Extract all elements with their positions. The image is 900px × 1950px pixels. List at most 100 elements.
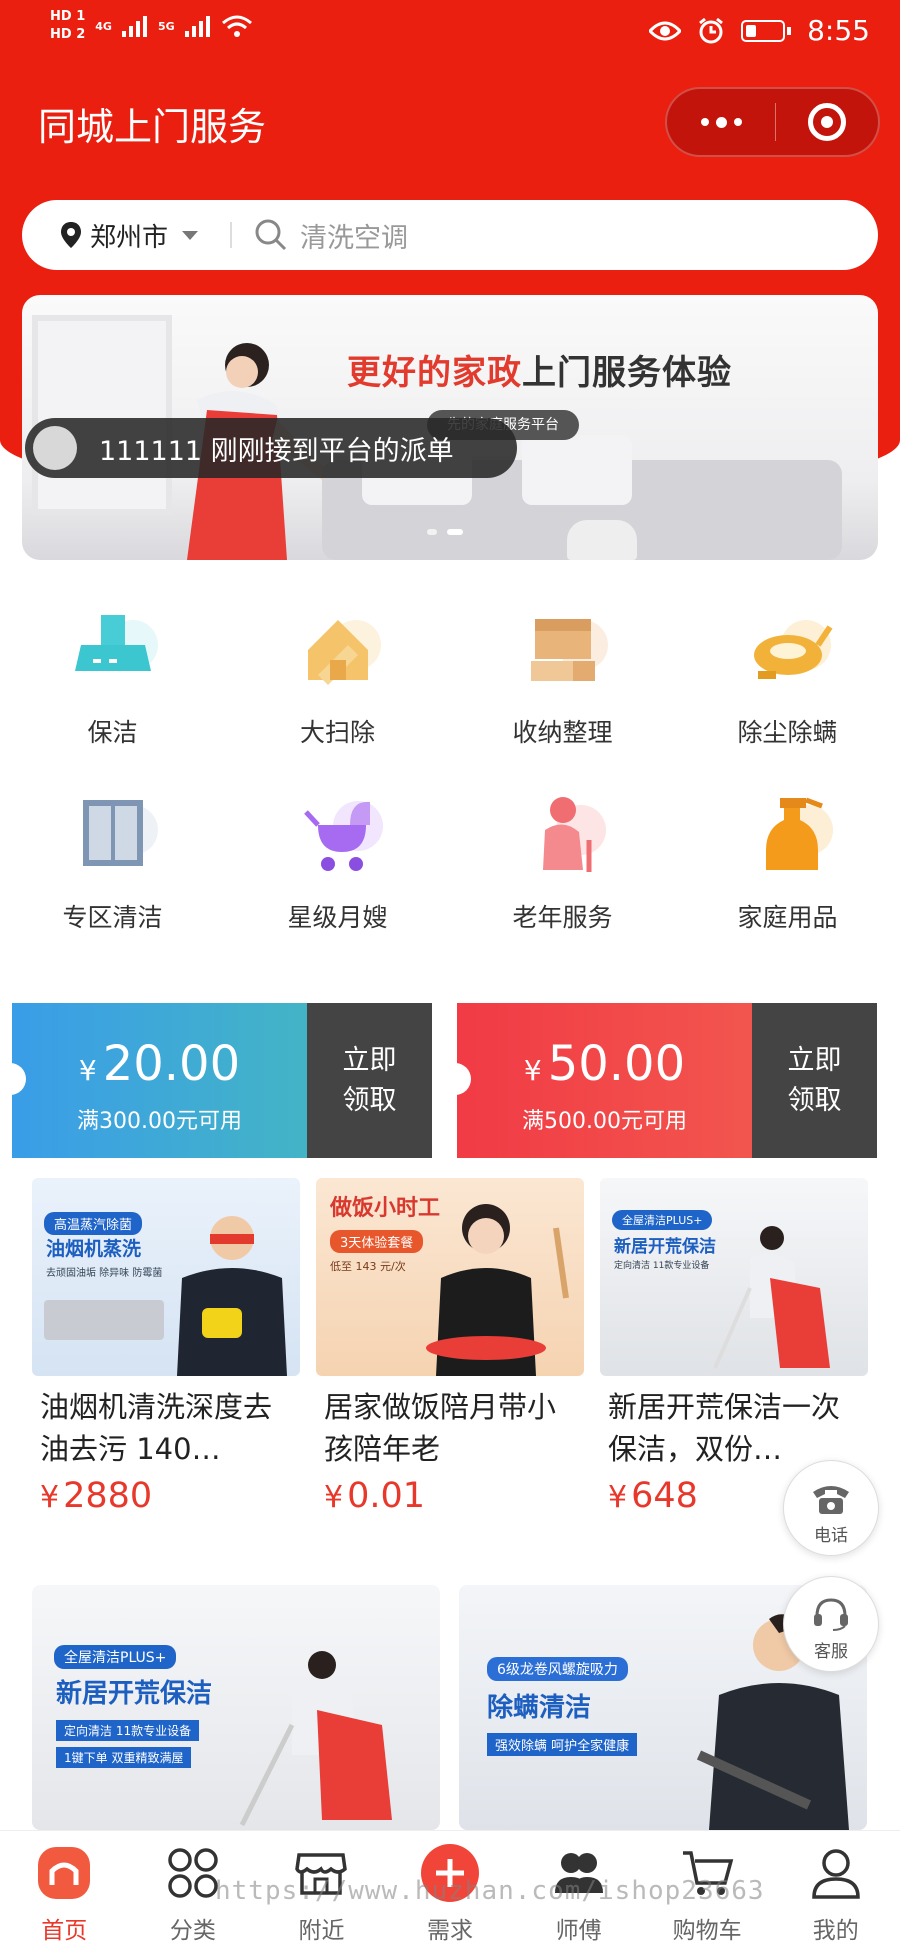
range-hood-icon [74, 615, 158, 671]
feature-tag: 6级龙卷风螺旋吸力 [487, 1657, 628, 1681]
coupon-currency: ¥ [523, 1054, 542, 1087]
coupon-condition: 满500.00元可用 [522, 1109, 687, 1134]
search-input[interactable]: 清洗空调 [300, 216, 408, 255]
price-currency: ¥ [608, 1480, 628, 1515]
network-5g: 5G [157, 19, 175, 33]
price-currency: ¥ [324, 1480, 344, 1515]
flower-vase-graphic [567, 520, 637, 560]
product-image-caption: 定向清洁 11款专业设备 [614, 1261, 710, 1271]
battery-tip [787, 26, 792, 35]
coupon-condition: 满300.00元可用 [77, 1109, 242, 1134]
tab-label: 师傅 [555, 1918, 602, 1944]
category-label: 专区清洁 [62, 903, 163, 932]
claim-line1: 立即 [787, 1044, 842, 1076]
wifi-icon [221, 15, 252, 37]
product-image-title: 油烟机蒸洗 [46, 1238, 142, 1260]
claim-coupon-button[interactable]: 立即 领取 [752, 1003, 877, 1158]
chevron-down-icon [182, 230, 199, 240]
carousel-dot[interactable] [427, 529, 437, 535]
telephone-icon [813, 1486, 849, 1514]
page-title: 同城上门服务 [38, 105, 267, 149]
category-item[interactable]: 大扫除 [225, 605, 450, 749]
banner-headline-dark: 上门服务体验 [522, 353, 732, 393]
phone-label: 电话 [814, 1526, 848, 1546]
product-card[interactable]: 高温蒸汽除菌 油烟机蒸洗 去顽固油垢 除异味 防霉菌 油烟机清洗深度去油去污 1… [32, 1178, 300, 1516]
claim-coupon-button[interactable]: 立即 领取 [307, 1003, 432, 1158]
product-price: ¥2880 [32, 1476, 300, 1516]
clock: 8:55 [807, 14, 870, 47]
tab-label: 首页 [41, 1918, 88, 1944]
price-currency: ¥ [40, 1480, 60, 1515]
category-item[interactable]: 收纳整理 [450, 605, 675, 749]
sim-indicators: HD 1 HD 2 [50, 10, 85, 42]
watermark-text: https://www.huzhan.com/ishop23663 [215, 1876, 765, 1906]
profile-icon [811, 1849, 860, 1899]
coupon-amount: ¥20.00 [12, 1038, 307, 1097]
window-icon [82, 800, 158, 866]
category-label: 大扫除 [299, 718, 375, 747]
tab-profile[interactable]: 我的 [771, 1831, 900, 1950]
feature-line1: 强效除螨 呵护全家健康 [487, 1733, 638, 1756]
technician-illustration [177, 1216, 287, 1376]
notification-text: 111111 刚刚接到平台的派单 [99, 435, 454, 467]
house-broom-icon [307, 620, 381, 685]
product-image: 做饭小时工 3天体验套餐 低至 143 元/次 [316, 1178, 584, 1376]
carousel-dot-active[interactable] [447, 529, 463, 535]
feature-title: 除螨清洁 [487, 1693, 592, 1723]
product-name: 居家做饭陪月带小孩陪年老 [324, 1390, 557, 1466]
product-price: ¥0.01 [316, 1476, 584, 1516]
product-name: 新居开荒保洁一次保洁，双份… [608, 1390, 841, 1466]
close-miniprogram-button[interactable] [776, 103, 878, 141]
miniprogram-capsule [665, 87, 880, 157]
coupon-card: ¥20.00 满300.00元可用 立即领取 [12, 1003, 432, 1158]
category-item[interactable]: 专区清洁 [0, 790, 225, 934]
category-label: 家庭用品 [737, 903, 838, 932]
category-label: 老年服务 [512, 903, 613, 932]
elderly-icon [542, 797, 606, 872]
product-image-tag: 高温蒸汽除菌 [44, 1212, 143, 1235]
category-item[interactable]: 老年服务 [450, 790, 675, 934]
category-label: 除尘除螨 [737, 718, 838, 747]
status-bar: HD 1 HD 2 4G 5G 8:55 [0, 0, 900, 68]
search-divider [230, 222, 233, 248]
coupon-currency: ¥ [78, 1054, 97, 1087]
target-dot [821, 116, 833, 128]
signal-icon [184, 16, 210, 37]
product-name: 油烟机清洗深度去油去污 140… [40, 1390, 273, 1466]
category-label: 收纳整理 [512, 718, 613, 747]
customer-service-button[interactable]: 客服 [783, 1576, 879, 1672]
target-icon [808, 103, 846, 141]
category-label: 保洁 [87, 718, 138, 747]
price-value: 2880 [63, 1476, 153, 1516]
claim-line2: 领取 [342, 1084, 397, 1116]
tab-home[interactable]: 首页 [0, 1831, 129, 1950]
coupon-value-area: ¥50.00 满500.00元可用 [457, 1003, 752, 1158]
feature-card[interactable]: 全屋清洁PLUS+ 新居开荒保洁 定向清洁 11款专业设备 1键下单 双重精致满… [32, 1585, 440, 1830]
feature-title: 新居开荒保洁 [56, 1679, 213, 1709]
city-label: 郑州市 [90, 222, 169, 253]
tab-label: 需求 [427, 1918, 474, 1944]
city-selector[interactable]: 郑州市 [22, 217, 199, 254]
category-label: 星级月嫂 [287, 903, 388, 932]
category-item[interactable]: 保洁 [0, 605, 225, 749]
avatar [33, 426, 77, 470]
category-item[interactable]: 除尘除螨 [675, 605, 900, 749]
banner-headline: 更好的家政上门服务体验 [347, 345, 732, 394]
category-item[interactable]: 星级月嫂 [225, 790, 450, 934]
product-image-caption: 去顽固油垢 除异味 防霉菌 [46, 1268, 163, 1279]
phone-button[interactable]: 电话 [783, 1460, 879, 1556]
product-image: 全屋清洁PLUS+ 新居开荒保洁 定向清洁 11款专业设备 [600, 1178, 868, 1376]
feature-tag: 全屋清洁PLUS+ [54, 1645, 177, 1669]
product-card[interactable]: 做饭小时工 3天体验套餐 低至 143 元/次 居家做饭陪月带小孩陪年老 ¥0.… [316, 1178, 584, 1516]
more-menu-button[interactable] [667, 89, 775, 155]
service-label: 客服 [814, 1642, 848, 1662]
tab-label: 我的 [812, 1918, 859, 1944]
cook-illustration [426, 1204, 569, 1376]
feature-line1: 定向清洁 11款专业设备 [56, 1720, 200, 1741]
banner-headline-red: 更好的家政 [347, 353, 522, 393]
tab-label: 分类 [169, 1918, 216, 1944]
category-item[interactable]: 家庭用品 [675, 790, 900, 934]
more-dots-icon [700, 118, 709, 126]
spray-bottle-icon [765, 797, 833, 870]
claim-line1: 立即 [342, 1044, 397, 1076]
